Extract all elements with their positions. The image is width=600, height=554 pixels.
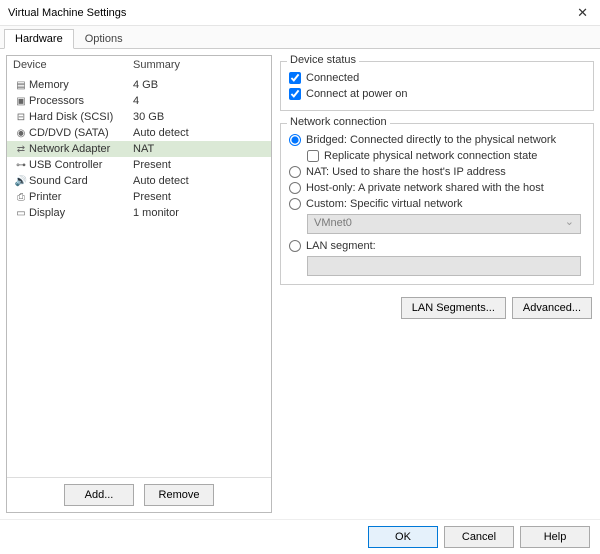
device-status-legend: Device status [287, 54, 359, 66]
device-label: Display [29, 207, 133, 219]
device-list-panel: Device Summary ▤ Memory 4 GB ▣ Processor… [6, 55, 272, 513]
device-summary: NAT [133, 143, 265, 155]
device-list: ▤ Memory 4 GB ▣ Processors 4 ⊟ Hard Disk… [7, 75, 271, 477]
device-label: USB Controller [29, 159, 133, 171]
device-summary: Auto detect [133, 127, 265, 139]
ok-button[interactable]: OK [368, 526, 438, 548]
device-row-network[interactable]: ⇄ Network Adapter NAT [7, 141, 271, 157]
connect-power-on-label: Connect at power on [306, 88, 408, 100]
device-summary: 4 GB [133, 79, 265, 91]
content-area: Device Summary ▤ Memory 4 GB ▣ Processor… [0, 49, 600, 519]
device-list-headers: Device Summary [7, 56, 271, 75]
bridged-row: Bridged: Connected directly to the physi… [289, 132, 585, 148]
device-label: Network Adapter [29, 143, 133, 155]
header-device: Device [13, 59, 133, 71]
device-row-usb[interactable]: ⊶ USB Controller Present [7, 157, 271, 173]
lan-segment-row: LAN segment: [289, 238, 585, 254]
device-row-sound[interactable]: 🔊 Sound Card Auto detect [7, 173, 271, 189]
lan-segments-button[interactable]: LAN Segments... [401, 297, 506, 319]
device-summary: Present [133, 191, 265, 203]
network-icon: ⇄ [13, 144, 29, 155]
device-label: Processors [29, 95, 133, 107]
header-summary: Summary [133, 59, 265, 71]
printer-icon: ⎙ [13, 192, 29, 203]
cancel-button[interactable]: Cancel [444, 526, 514, 548]
device-label: CD/DVD (SATA) [29, 127, 133, 139]
lan-segment-dropdown[interactable] [307, 256, 581, 276]
device-row-cddvd[interactable]: ◉ CD/DVD (SATA) Auto detect [7, 125, 271, 141]
device-status-group: Device status Connected Connect at power… [280, 61, 594, 111]
close-icon[interactable]: ✕ [573, 5, 592, 21]
bridged-radio[interactable] [289, 134, 301, 146]
tab-hardware[interactable]: Hardware [4, 29, 74, 49]
device-label: Memory [29, 79, 133, 91]
hostonly-label: Host-only: A private network shared with… [306, 182, 544, 194]
device-summary: 4 [133, 95, 265, 107]
device-label: Sound Card [29, 175, 133, 187]
remove-button[interactable]: Remove [144, 484, 214, 506]
sound-icon: 🔊 [13, 176, 29, 187]
network-connection-group: Network connection Bridged: Connected di… [280, 123, 594, 285]
custom-radio[interactable] [289, 198, 301, 210]
help-button[interactable]: Help [520, 526, 590, 548]
advanced-button[interactable]: Advanced... [512, 297, 592, 319]
connected-checkbox[interactable] [289, 72, 301, 84]
replicate-label: Replicate physical network connection st… [324, 150, 537, 162]
processor-icon: ▣ [13, 96, 29, 107]
cddvd-icon: ◉ [13, 128, 29, 139]
connect-power-on-row: Connect at power on [289, 86, 585, 102]
hostonly-row: Host-only: A private network shared with… [289, 180, 585, 196]
nat-label: NAT: Used to share the host's IP address [306, 166, 506, 178]
replicate-checkbox[interactable] [307, 150, 319, 162]
device-summary: Present [133, 159, 265, 171]
tab-options[interactable]: Options [74, 29, 134, 48]
lan-segment-label: LAN segment: [306, 240, 376, 252]
replicate-row: Replicate physical network connection st… [307, 148, 585, 164]
custom-network-dropdown[interactable]: VMnet0 [307, 214, 581, 234]
device-summary: Auto detect [133, 175, 265, 187]
connected-label: Connected [306, 72, 359, 84]
harddisk-icon: ⊟ [13, 112, 29, 123]
window-title: Virtual Machine Settings [8, 7, 126, 19]
device-row-display[interactable]: ▭ Display 1 monitor [7, 205, 271, 221]
network-buttons: LAN Segments... Advanced... [280, 291, 594, 325]
device-row-memory[interactable]: ▤ Memory 4 GB [7, 77, 271, 93]
tabs: Hardware Options [0, 26, 600, 49]
add-button[interactable]: Add... [64, 484, 134, 506]
device-buttons: Add... Remove [7, 477, 271, 512]
memory-icon: ▤ [13, 80, 29, 91]
device-label: Hard Disk (SCSI) [29, 111, 133, 123]
device-row-processors[interactable]: ▣ Processors 4 [7, 93, 271, 109]
lan-segment-radio[interactable] [289, 240, 301, 252]
network-connection-legend: Network connection [287, 116, 390, 128]
device-row-printer[interactable]: ⎙ Printer Present [7, 189, 271, 205]
usb-icon: ⊶ [13, 160, 29, 171]
hostonly-radio[interactable] [289, 182, 301, 194]
custom-label: Custom: Specific virtual network [306, 198, 463, 210]
connect-power-on-checkbox[interactable] [289, 88, 301, 100]
nat-row: NAT: Used to share the host's IP address [289, 164, 585, 180]
nat-radio[interactable] [289, 166, 301, 178]
device-label: Printer [29, 191, 133, 203]
dialog-footer: OK Cancel Help [0, 519, 600, 554]
display-icon: ▭ [13, 208, 29, 219]
custom-row: Custom: Specific virtual network [289, 196, 585, 212]
device-row-harddisk[interactable]: ⊟ Hard Disk (SCSI) 30 GB [7, 109, 271, 125]
connected-row: Connected [289, 70, 585, 86]
settings-panel: Device status Connected Connect at power… [280, 55, 594, 513]
titlebar: Virtual Machine Settings ✕ [0, 0, 600, 26]
device-summary: 30 GB [133, 111, 265, 123]
bridged-label: Bridged: Connected directly to the physi… [306, 134, 556, 146]
device-summary: 1 monitor [133, 207, 265, 219]
